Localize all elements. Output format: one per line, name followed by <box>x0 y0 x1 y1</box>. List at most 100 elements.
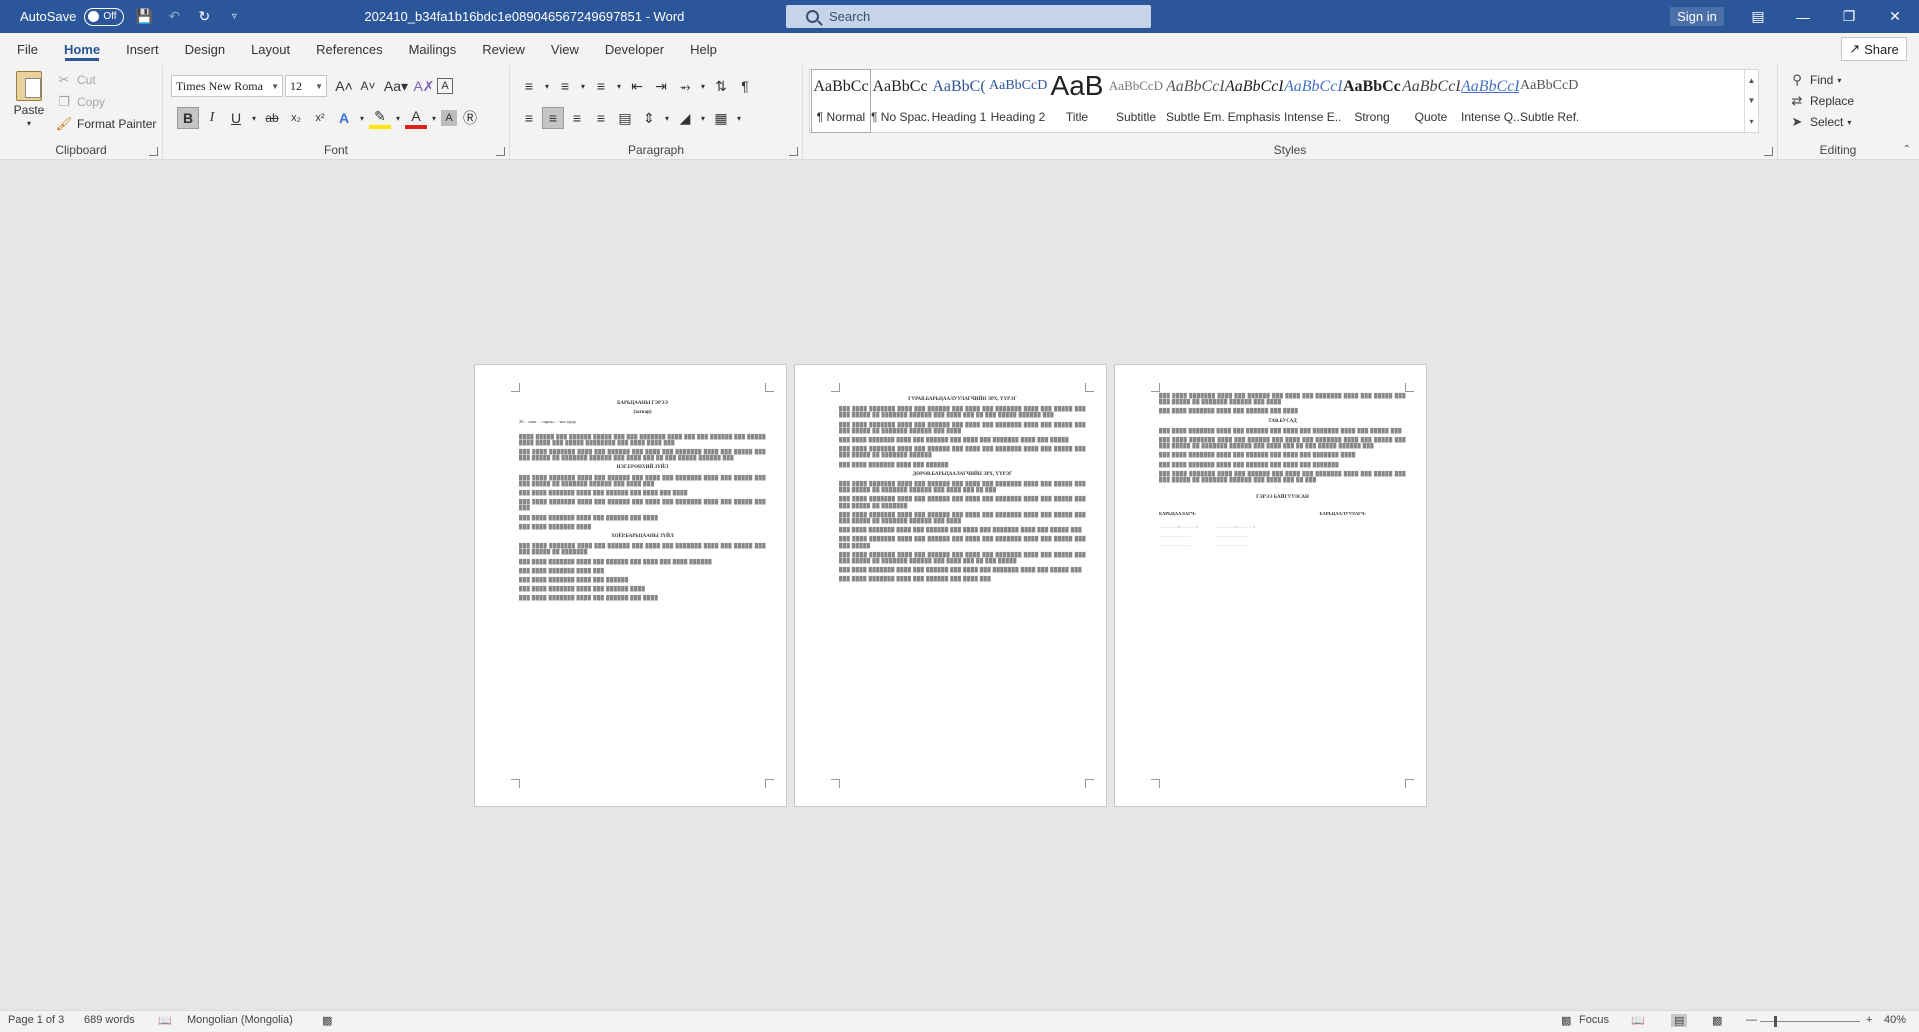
language-status[interactable]: Mongolian (Mongolia) <box>187 1014 293 1026</box>
shading-icon[interactable]: ◢ <box>674 107 696 129</box>
borders-dropdown-icon[interactable]: ▾ <box>734 107 744 129</box>
style-normal[interactable]: AaBbCc ¶ Normal <box>811 69 871 133</box>
document-page-3[interactable]: ███ ████ ███████ ████ ███ ██████ ███ ███… <box>1114 364 1427 807</box>
document-page-1[interactable]: БАРЬЦААНЫ ГЭРЭЭ (загвар) 20... оны ... с… <box>474 364 787 807</box>
underline-dropdown-icon[interactable]: ▾ <box>249 107 259 129</box>
share-button[interactable]: ↗ Share <box>1841 37 1907 61</box>
chevron-down-icon[interactable]: ▼ <box>1748 96 1756 105</box>
italic-button[interactable]: I <box>201 107 223 129</box>
shading-dropdown-icon[interactable]: ▾ <box>698 107 708 129</box>
highlight-dropdown-icon[interactable]: ▾ <box>393 107 403 129</box>
font-launcher-icon[interactable] <box>496 147 505 156</box>
search-box[interactable]: Search <box>786 5 1151 28</box>
autosave-toggle[interactable]: Off <box>84 7 125 26</box>
text-effects-dropdown-icon[interactable]: ▾ <box>357 107 367 129</box>
find-button[interactable]: ⚲ Find ▾ <box>1788 71 1841 89</box>
highlight-icon[interactable]: ✎ <box>369 107 391 129</box>
superscript-button[interactable]: x² <box>309 107 331 129</box>
character-shading-icon[interactable]: A <box>441 110 457 126</box>
signin-button[interactable]: Sign in <box>1670 7 1724 26</box>
style-emphasis[interactable]: AaBbCcDEmphasis <box>1225 70 1283 132</box>
text-effects-box-icon[interactable]: A <box>437 78 453 94</box>
zoom-out-icon[interactable]: — <box>1746 1014 1757 1026</box>
restore-icon[interactable]: ❐ <box>1826 0 1872 33</box>
accessibility-icon[interactable]: ▩ <box>322 1014 332 1027</box>
proofing-icon[interactable]: 📖 <box>158 1014 172 1027</box>
focus-button[interactable]: Focus <box>1579 1014 1609 1026</box>
undo-icon[interactable]: ↶ <box>164 7 184 27</box>
document-page-2[interactable]: ГУРАВ.БАРЬЦААЛУУЛАГЧИЙН ЭРХ, ҮҮРЭГ ███ █… <box>794 364 1107 807</box>
chevron-up-icon[interactable]: ▲ <box>1748 76 1756 85</box>
asian-layout-dropdown-icon[interactable]: ▾ <box>698 75 708 97</box>
paste-button[interactable]: Paste ▾ <box>12 71 46 128</box>
styles-scroll[interactable]: ▲ ▼ ▾ <box>1744 70 1758 132</box>
zoom-level[interactable]: 40% <box>1884 1014 1906 1026</box>
word-count[interactable]: 689 words <box>84 1014 135 1026</box>
zoom-in-icon[interactable]: + <box>1866 1014 1872 1026</box>
style-heading-1[interactable]: AaBbC(Heading 1 <box>930 70 988 132</box>
style-quote[interactable]: AaBbCcDQuote <box>1402 70 1460 132</box>
change-case-icon[interactable]: Aa▾ <box>381 75 411 97</box>
style-heading-2[interactable]: AaBbCcD Heading 2 <box>989 70 1047 132</box>
tab-insert[interactable]: Insert <box>113 33 172 65</box>
text-effects-icon[interactable]: A <box>333 107 355 129</box>
style-intense-emphasis[interactable]: AaBbCcDIntense E... <box>1284 70 1342 132</box>
style-no-spacing[interactable]: AaBbCc¶ No Spac... <box>871 70 929 132</box>
style-title[interactable]: AaB Title <box>1048 70 1106 132</box>
tab-view[interactable]: View <box>538 33 592 65</box>
tab-developer[interactable]: Developer <box>592 33 677 65</box>
more-styles-icon[interactable]: ▾ <box>1749 117 1753 126</box>
autosave[interactable]: AutoSave Off <box>20 7 125 26</box>
font-color-dropdown-icon[interactable]: ▾ <box>429 107 439 129</box>
minimize-icon[interactable]: — <box>1780 0 1826 33</box>
zoom-slider-thumb[interactable] <box>1774 1016 1777 1027</box>
style-subtitle[interactable]: AaBbCcD Subtitle <box>1107 70 1165 132</box>
multilevel-dropdown-icon[interactable]: ▾ <box>614 75 624 97</box>
style-intense-quote[interactable]: AaBbCcDIntense Q... <box>1461 70 1519 132</box>
sort-icon[interactable]: ⇅ <box>710 75 732 97</box>
bold-button[interactable]: B <box>177 107 199 129</box>
paste-dropdown-icon[interactable]: ▾ <box>27 119 31 128</box>
tab-file[interactable]: File <box>4 33 51 65</box>
tab-home[interactable]: Home <box>51 33 113 65</box>
tab-design[interactable]: Design <box>172 33 238 65</box>
multilevel-list-icon[interactable]: ≡ <box>590 75 612 97</box>
redo-icon[interactable]: ↻ <box>194 7 214 27</box>
font-color-icon[interactable]: A <box>405 107 427 129</box>
collapse-ribbon-icon[interactable]: ⌃ <box>1903 144 1911 155</box>
tab-references[interactable]: References <box>303 33 395 65</box>
clipboard-launcher-icon[interactable] <box>149 147 158 156</box>
decrease-indent-icon[interactable]: ⇤ <box>626 75 648 97</box>
font-size-select[interactable]: 12 ▼ <box>285 75 327 97</box>
select-button[interactable]: ➤ Select ▾ <box>1788 113 1852 131</box>
increase-indent-icon[interactable]: ⇥ <box>650 75 672 97</box>
bullets-dropdown-icon[interactable]: ▾ <box>542 75 552 97</box>
replace-button[interactable]: ⇄ Replace <box>1788 92 1854 110</box>
style-subtle-reference[interactable]: AaBbCcDSubtle Ref... <box>1520 70 1578 132</box>
numbering-icon[interactable]: ≡ <box>554 75 576 97</box>
font-family-select[interactable]: Times New Roma ▼ <box>171 75 283 97</box>
style-subtle-emphasis[interactable]: AaBbCcDSubtle Em... <box>1166 70 1224 132</box>
print-layout-icon[interactable]: ▤ <box>1671 1014 1688 1027</box>
numbering-dropdown-icon[interactable]: ▾ <box>578 75 588 97</box>
paragraph-launcher-icon[interactable] <box>789 147 798 156</box>
show-marks-icon[interactable]: ¶ <box>734 75 756 97</box>
line-spacing-icon[interactable]: ⇕ <box>638 107 660 129</box>
format-painter-button[interactable]: 🖌 Format Painter <box>55 115 157 133</box>
subscript-button[interactable]: x₂ <box>285 107 307 129</box>
distributed-icon[interactable]: ▤ <box>614 107 636 129</box>
grow-font-icon[interactable]: A˄ <box>333 75 355 97</box>
close-icon[interactable]: ✕ <box>1872 0 1918 33</box>
save-icon[interactable]: 💾 <box>134 7 154 27</box>
align-left-icon[interactable]: ≡ <box>518 107 540 129</box>
tab-layout[interactable]: Layout <box>238 33 303 65</box>
asian-layout-icon[interactable]: ⥇ <box>674 75 696 97</box>
focus-icon[interactable]: ▩ <box>1561 1014 1571 1027</box>
style-strong[interactable]: AaBbCcDStrong <box>1343 70 1401 132</box>
bullets-icon[interactable]: ≡ <box>518 75 540 97</box>
cut-button[interactable]: ✂ Cut <box>55 71 96 89</box>
clear-formatting-icon[interactable]: A✗ <box>413 75 435 97</box>
justify-icon[interactable]: ≡ <box>590 107 612 129</box>
tab-help[interactable]: Help <box>677 33 730 65</box>
tab-mailings[interactable]: Mailings <box>396 33 470 65</box>
